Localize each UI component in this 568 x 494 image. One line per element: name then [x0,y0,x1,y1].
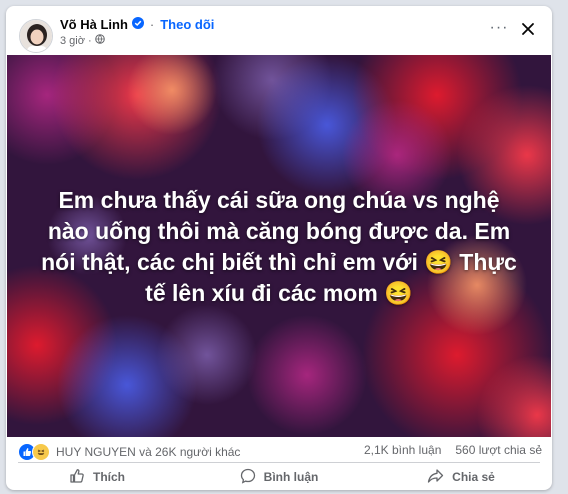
author-row: Võ Hà Linh · Theo dõi [60,17,214,32]
post-image-text: Em chưa thấy cái sữa ong chúa vs nghệ nà… [41,187,517,306]
post-meta: 3 giờ · [60,34,105,47]
post-card: Võ Hà Linh · Theo dõi 3 giờ · ··· Em chư… [6,6,552,490]
time-separator: · [87,34,92,47]
like-button[interactable]: Thích [6,463,188,490]
comment-label: Bình luận [263,470,319,484]
thumb-up-icon [69,468,85,487]
more-icon[interactable]: ··· [489,20,509,38]
reactions-summary[interactable]: HUY NGUYEN và 26K người khác [18,443,240,461]
share-label: Chia sẻ [452,470,495,484]
post-time[interactable]: 3 giờ [60,35,85,47]
post-image[interactable]: Em chưa thấy cái sữa ong chúa vs nghệ nà… [7,55,551,437]
close-icon[interactable] [518,19,538,39]
engagement-counts: 2,1K bình luận 560 lượt chia sẻ [364,443,542,457]
comment-icon [240,468,256,487]
comment-button[interactable]: Bình luận [188,463,370,490]
share-count[interactable]: 560 lượt chia sẻ [455,443,542,457]
author-avatar[interactable] [19,19,53,53]
globe-icon[interactable] [94,34,105,47]
comment-count[interactable]: 2,1K bình luận [364,443,441,457]
author-name[interactable]: Võ Hà Linh [60,17,128,32]
verified-badge-icon [131,17,144,32]
author-separator: · [149,17,155,32]
like-label: Thích [93,470,125,484]
share-button[interactable]: Chia sẻ [370,463,552,490]
follow-button[interactable]: Theo dõi [160,17,214,32]
haha-reaction-icon [32,443,50,461]
reactions-text: HUY NGUYEN và 26K người khác [56,445,241,459]
share-icon [427,468,444,487]
post-stats: HUY NGUYEN và 26K người khác 2,1K bình l… [6,443,552,463]
action-bar: Thích Bình luận Chia sẻ [6,463,552,490]
